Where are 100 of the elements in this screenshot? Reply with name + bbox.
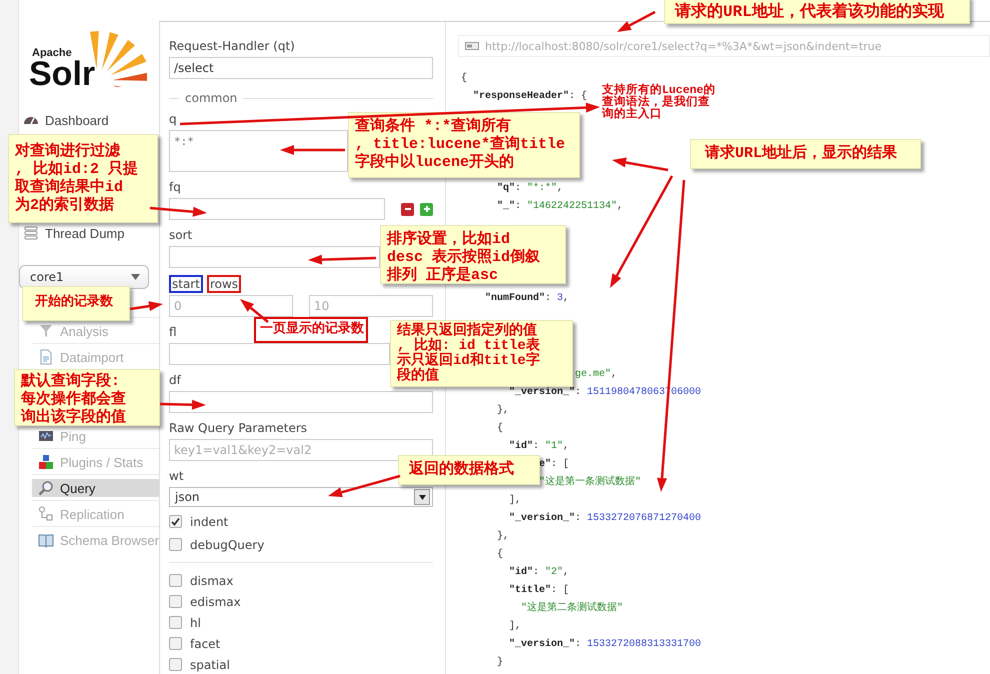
field-label: Request-Handler (qt): [169, 38, 295, 54]
core-menu-item[interactable]: Ping: [32, 427, 159, 445]
caret-icon: [131, 274, 140, 280]
arrow: [617, 10, 656, 32]
search-icon: [38, 480, 54, 496]
input-field[interactable]: 10: [309, 295, 433, 317]
core-menu-item[interactable]: Schema Browser: [32, 531, 159, 549]
code-line: "_version_": 1533272088313331700: [509, 638, 702, 652]
link-icon: [465, 42, 479, 50]
stack-icon: [23, 225, 39, 241]
code-line: {: [497, 548, 504, 562]
caret-icon: [418, 494, 426, 500]
nav-item[interactable]: Dashboard: [19, 111, 109, 129]
code-line: "_version_": 1533272076871270400: [509, 512, 702, 526]
checkbox-label: debugQuery: [190, 538, 264, 552]
blocks-icon: [38, 454, 54, 470]
logo-wordmark: Solr: [29, 59, 96, 89]
core-menu-item[interactable]: Replication: [32, 505, 159, 523]
format-select[interactable]: json: [169, 487, 433, 507]
callout: 请求的URL地址，代表着该功能的实现: [664, 0, 970, 24]
code-line: "title": [: [509, 584, 570, 598]
field-label: start: [169, 275, 203, 293]
document-icon: [38, 349, 54, 365]
code-line: "responseHeader": {: [473, 90, 588, 104]
nav-item[interactable]: Thread Dump: [19, 224, 124, 242]
input-field[interactable]: [169, 343, 390, 365]
core-menu-item[interactable]: Analysis: [32, 322, 159, 340]
code-line: },: [497, 530, 510, 544]
checkbox[interactable]: [169, 538, 182, 551]
field-label: rows: [206, 275, 242, 293]
checkbox-label: spatial: [190, 658, 230, 672]
arrow: [160, 400, 206, 410]
logo-caption: Apache: [32, 47, 73, 59]
dropdown-button[interactable]: [414, 489, 430, 505]
book-icon: [38, 532, 54, 548]
callout: 查询条件 *:*查询所有 , title:lucene*查询title 字段中以lucene开头的: [348, 112, 580, 178]
checkbox[interactable]: [169, 616, 182, 629]
checkbox-label: indent: [190, 514, 228, 528]
checkbox-label: facet: [190, 636, 220, 650]
remove-button[interactable]: [401, 202, 414, 216]
plus-icon: [422, 205, 430, 213]
callout: 开始的记录数: [22, 286, 130, 321]
arrow: [150, 206, 207, 217]
core-dropdown[interactable]: core1: [19, 265, 149, 289]
arrow: [308, 254, 376, 265]
monitor-icon: [38, 428, 54, 444]
nodes-icon: [38, 506, 54, 522]
checkbox[interactable]: [169, 637, 182, 650]
code-line: }: [497, 656, 504, 670]
field-label: df: [169, 372, 181, 388]
core-menu-item[interactable]: Plugins / Stats: [32, 453, 159, 471]
callout: 排序设置，比如id desc 表示按照id倒叙 排列 正序是asc: [380, 225, 566, 284]
funnel-icon: [38, 323, 54, 339]
checkbox[interactable]: [169, 574, 182, 587]
field-label: Raw Query Parameters: [169, 420, 308, 436]
minus-icon: [404, 205, 412, 213]
code-line: {: [497, 422, 504, 436]
code-line: "id": "1",: [509, 440, 570, 454]
code-line: "这是第一条测试数据": [539, 474, 642, 490]
arrow: [130, 301, 163, 311]
annotation-note: 支持所有的Lucene的 查询语法，是我们查 询的主入口: [602, 85, 716, 121]
field-label: q: [169, 111, 177, 127]
code-line: },: [497, 404, 510, 418]
callout: 默认查询字段: 每次操作都会查 询出该字段的值: [14, 369, 160, 426]
checkbox[interactable]: [169, 658, 182, 671]
code-line: "q": "*:*",: [497, 182, 564, 196]
code-line: ],: [509, 620, 522, 634]
input-field[interactable]: 0: [169, 295, 293, 317]
field-label: fl: [169, 324, 177, 340]
query-textarea[interactable]: *:*: [169, 130, 348, 172]
arrow: [612, 158, 668, 172]
arrow: [240, 299, 269, 323]
callout: 请求URL地址后，显示的结果: [690, 139, 921, 169]
arrow: [280, 145, 345, 155]
core-menu-item[interactable]: Dataimport: [32, 348, 159, 366]
code-line: ge.me",: [575, 368, 618, 382]
callout: 返回的数据格式: [398, 455, 540, 485]
code-line: "这是第二条测试数据": [521, 600, 624, 616]
code-line: ],: [509, 494, 522, 508]
field-label: wt: [169, 468, 184, 484]
input-field[interactable]: /select: [169, 57, 433, 79]
callout: 结果只返回指定列的值 , 比如: id title表 示只返回id和title字 段的值: [390, 320, 573, 387]
code-line: "_": "1462242251134",: [497, 200, 624, 214]
field-label: fq: [169, 179, 181, 195]
core-menu-item[interactable]: Query: [32, 479, 159, 497]
input-field[interactable]: [169, 198, 385, 220]
checkbox-label: hl: [190, 616, 201, 630]
checkbox-label: edismax: [190, 594, 241, 608]
field-label: sort: [169, 227, 192, 243]
section-legend: common: [185, 91, 238, 105]
input-field[interactable]: [169, 391, 433, 413]
annotation-label: 一页显示的记录数: [254, 317, 368, 343]
checkbox[interactable]: [169, 595, 182, 608]
input-field[interactable]: key1=val1&key2=val2: [169, 439, 433, 461]
code-line: {: [461, 72, 468, 86]
input-field[interactable]: [169, 246, 380, 268]
add-button[interactable]: [420, 202, 433, 216]
code-line: "numFound": 3,: [485, 292, 570, 306]
checkbox-label: dismax: [190, 574, 234, 588]
checkbox[interactable]: [169, 515, 182, 528]
